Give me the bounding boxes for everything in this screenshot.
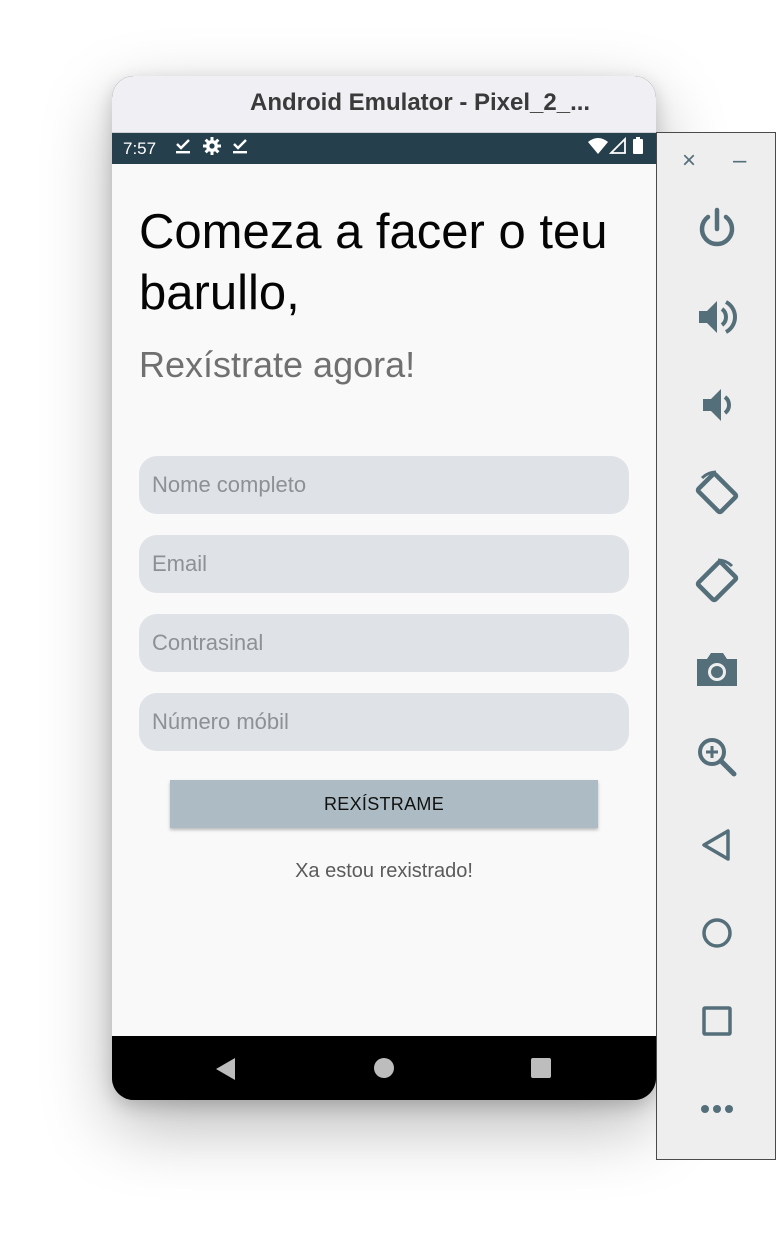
download-done-icon — [232, 136, 248, 163]
volume-down-icon[interactable] — [685, 373, 749, 437]
emulator-window: Android Emulator - Pixel_2_... 7:57 Come… — [112, 76, 656, 1100]
already-registered-link[interactable]: Xa estou rexistrado! — [112, 860, 656, 883]
signal-icon — [608, 136, 627, 163]
rotate-left-icon[interactable] — [685, 461, 749, 525]
overview-icon[interactable] — [685, 989, 749, 1053]
wifi-icon — [587, 136, 609, 163]
nav-recents-icon[interactable] — [531, 1058, 551, 1078]
emulator-toolbar: × – — [656, 132, 776, 1160]
rotate-right-icon[interactable] — [685, 549, 749, 613]
subheadline: Rexístrate agora! — [139, 344, 416, 385]
app-screen: Comeza a facer o teu barullo, Rexístrate… — [112, 164, 656, 1036]
minimize-icon[interactable]: – — [733, 147, 746, 175]
nav-home-icon[interactable] — [374, 1058, 394, 1078]
register-button[interactable]: REXÍSTRAME — [170, 780, 598, 828]
password-input[interactable] — [139, 614, 629, 672]
settings-icon — [202, 136, 222, 163]
window-title: Android Emulator - Pixel_2_... — [250, 89, 591, 116]
headline: Comeza a facer o teu barullo, — [139, 205, 608, 320]
window-titlebar[interactable]: Android Emulator - Pixel_2_... — [112, 76, 656, 133]
camera-icon[interactable] — [685, 637, 749, 701]
status-time: 7:57 — [123, 139, 157, 158]
battery-icon — [632, 136, 644, 163]
email-input[interactable] — [139, 535, 629, 593]
more-icon[interactable] — [685, 1077, 749, 1141]
download-done-icon — [175, 136, 191, 163]
home-icon[interactable] — [685, 901, 749, 965]
power-icon[interactable] — [685, 197, 749, 261]
zoom-icon[interactable] — [685, 725, 749, 789]
mobile-number-input[interactable] — [139, 693, 629, 751]
close-icon[interactable]: × — [682, 147, 696, 175]
nav-back-icon[interactable] — [216, 1058, 235, 1080]
android-nav-bar — [112, 1036, 656, 1100]
android-status-bar: 7:57 — [112, 133, 656, 164]
volume-up-icon[interactable] — [685, 285, 749, 349]
full-name-input[interactable] — [139, 456, 629, 514]
back-icon[interactable] — [685, 813, 749, 877]
